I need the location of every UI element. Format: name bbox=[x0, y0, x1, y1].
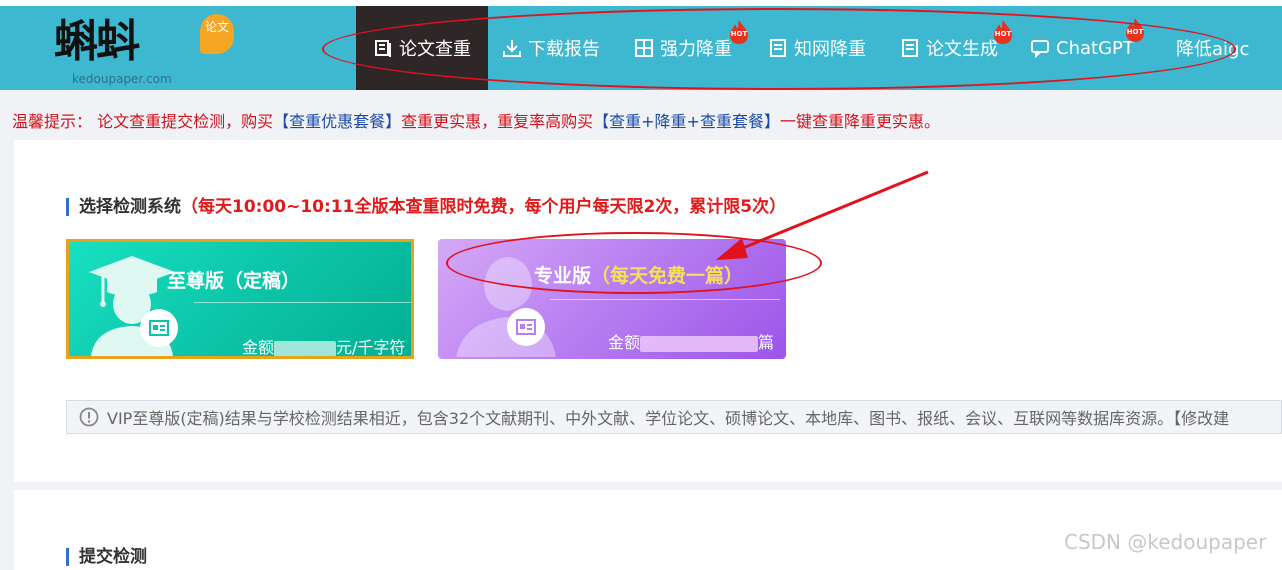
info-icon bbox=[79, 407, 99, 427]
plan-price: 金额 元/千字符 bbox=[242, 338, 406, 357]
plan-card-ultimate[interactable]: 至尊版（定稿） 金额 元/千字符 bbox=[66, 239, 414, 359]
nav-item-chatgpt[interactable]: ChatGPT bbox=[1030, 6, 1134, 90]
logo-badge: 论文 bbox=[200, 14, 234, 54]
certificate-icon bbox=[140, 309, 178, 347]
logo-text: 蝌蚪 bbox=[54, 16, 140, 67]
info-text: VIP至尊版(定稿)结果与学校检测结果相近，包含32个文献期刊、中外文献、学位论… bbox=[107, 409, 1230, 428]
nav-label: 论文查重 bbox=[399, 39, 471, 60]
nav-item-strong-rewrite[interactable]: 强力降重 bbox=[634, 6, 732, 90]
certificate-icon bbox=[507, 308, 545, 346]
document-icon bbox=[768, 38, 788, 58]
watermark: CSDN @kedoupaper bbox=[1064, 530, 1267, 554]
nav-label: 论文生成 bbox=[926, 39, 998, 60]
nav-item-reduce-aigc[interactable]: 降低aigc bbox=[1176, 6, 1249, 90]
link-discount-package[interactable]: 【查重优惠套餐】 bbox=[273, 112, 401, 131]
nav-item-download-report[interactable]: 下载报告 bbox=[502, 6, 600, 90]
section-title-text: 选择检测系统 bbox=[79, 197, 181, 217]
notice-bar: 温馨提示： 论文查重提交检测，购买【查重优惠套餐】查重更实惠，重复率高购买【查重… bbox=[12, 108, 940, 132]
notice-prefix: 温馨提示： 论文查重提交检测，购买 bbox=[12, 112, 274, 131]
header: 蝌蚪 论文 kedoupaper.com 论文查重 下载报告 强力降重 知网降重… bbox=[0, 0, 1282, 90]
promo-text: （每天10:00~10:11全版本查重限时免费，每个用户每天限2次，累计限5次） bbox=[181, 197, 787, 217]
grid-icon bbox=[634, 38, 654, 58]
nav-label: 下载报告 bbox=[528, 39, 600, 60]
nav-label: ChatGPT bbox=[1056, 37, 1134, 59]
nav-label: 强力降重 bbox=[660, 39, 732, 60]
hot-badge: HOT bbox=[1124, 18, 1146, 42]
free-daily-highlight: （每天免费一篇） bbox=[591, 265, 744, 287]
document-icon bbox=[900, 38, 920, 58]
plan-title: 至尊版（定稿） bbox=[167, 270, 301, 292]
plan-card-professional[interactable]: 专业版（每天免费一篇） 金额篇 bbox=[438, 239, 786, 359]
logo-subtext: kedoupaper.com bbox=[72, 72, 172, 86]
nav-item-paper-check[interactable]: 论文查重 bbox=[356, 6, 488, 90]
nav-item-paper-generate[interactable]: 论文生成 bbox=[900, 6, 998, 90]
logo[interactable]: 蝌蚪 论文 kedoupaper.com bbox=[50, 8, 240, 88]
section-title-submit: 提交检测 bbox=[66, 548, 147, 566]
divider bbox=[550, 299, 780, 300]
divider bbox=[194, 302, 411, 303]
link-combo-package[interactable]: 【查重+降重+查重套餐】 bbox=[593, 112, 780, 131]
plan-price: 金额篇 bbox=[608, 333, 775, 352]
nav-item-cnki-rewrite[interactable]: 知网降重 bbox=[768, 6, 866, 90]
hot-badge: HOT bbox=[992, 20, 1014, 44]
chat-icon bbox=[1030, 38, 1050, 58]
book-icon bbox=[373, 38, 393, 58]
nav-label: 降低aigc bbox=[1176, 39, 1250, 60]
plan-title: 专业版（每天免费一篇） bbox=[534, 265, 744, 287]
section-title: 选择检测系统（每天10:00~10:11全版本查重限时免费，每个用户每天限2次，… bbox=[66, 198, 786, 216]
nav-label: 知网降重 bbox=[794, 39, 866, 60]
info-bar: VIP至尊版(定稿)结果与学校检测结果相近，包含32个文献期刊、中外文献、学位论… bbox=[66, 400, 1282, 434]
hot-badge: HOT bbox=[728, 20, 750, 44]
notice-suffix: 一键查重降重更实惠。 bbox=[779, 112, 940, 131]
notice-middle: 查重更实惠，重复率高购买 bbox=[401, 112, 594, 131]
download-icon bbox=[502, 38, 522, 58]
